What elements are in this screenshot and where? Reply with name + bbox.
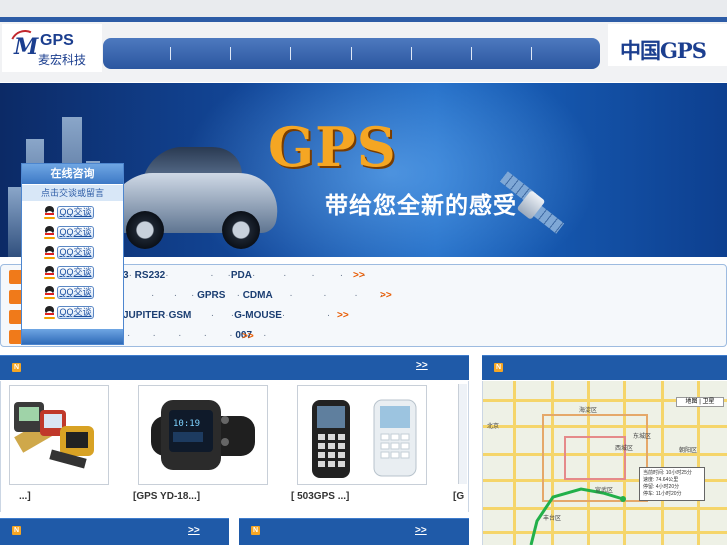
- page: M GPS 麦宏科技 中国GPS GPS 带给您全新的感受 3· RS232· …: [0, 0, 727, 545]
- qq-penguin-icon: [44, 246, 55, 259]
- map-label: 宣武区: [595, 488, 614, 494]
- qq-penguin-icon: [44, 286, 55, 299]
- online-consult-title: 在线咨询: [22, 164, 123, 184]
- map-label: 东城区: [633, 434, 652, 440]
- more-link[interactable]: >>: [353, 270, 365, 281]
- map-section-header: N: [482, 355, 727, 380]
- bottom-mid-more-link[interactable]: >>: [415, 525, 427, 536]
- nav-separator: [230, 47, 231, 60]
- section-bullet-icon: N: [12, 526, 21, 535]
- logo[interactable]: M GPS 麦宏科技: [2, 24, 102, 72]
- nav-separator: [531, 47, 532, 60]
- carousel-scroll-edge[interactable]: [458, 384, 467, 484]
- qq-chat-button[interactable]: QQ交谈: [57, 226, 94, 239]
- qq-chat-button[interactable]: QQ交谈: [57, 266, 94, 279]
- product-image-gps-phones[interactable]: [297, 385, 427, 485]
- nav-separator: [471, 47, 472, 60]
- nav-separator: [351, 47, 352, 60]
- section-bullet-icon: N: [12, 363, 21, 372]
- product-image-watch-trackers[interactable]: [9, 385, 109, 485]
- online-consult-footer: [22, 329, 123, 344]
- map-label: 西城区: [615, 446, 634, 452]
- online-consult-subtitle: 点击交谈或留言: [22, 185, 123, 201]
- nav-separator: [290, 47, 291, 60]
- svg-text:10:19: 10:19: [173, 419, 200, 429]
- map-label: 海淀区: [579, 408, 598, 414]
- qq-penguin-icon: [44, 206, 55, 219]
- brand-right: 中国GPS: [608, 24, 727, 66]
- section-bullet-icon: N: [251, 526, 260, 535]
- info-item[interactable]: · · · GPRS · CDMA · · · ·: [151, 290, 383, 301]
- car-image: [103, 133, 287, 253]
- banner-title: GPS: [268, 115, 397, 179]
- online-consult-panel: 在线咨询 点击交谈或留言 QQ交谈 QQ交谈 QQ交谈 QQ交谈 QQ交谈 QQ…: [21, 163, 124, 345]
- product-caption[interactable]: [G: [453, 491, 464, 502]
- qq-chat-button[interactable]: QQ交谈: [57, 246, 94, 259]
- product-caption[interactable]: ...]: [19, 491, 31, 502]
- map-type-control[interactable]: 地图 | 卫星: [676, 397, 724, 407]
- bottom-left-section-header: N >>: [0, 518, 229, 545]
- main-nav: [103, 38, 600, 69]
- bottom-left-more-link[interactable]: >>: [188, 525, 200, 536]
- product-image-gps-watch[interactable]: 10:19: [138, 385, 268, 485]
- product-caption[interactable]: [ 503GPS ...]: [291, 491, 349, 502]
- qq-penguin-icon: [44, 266, 55, 279]
- products-section-header: N >>: [0, 355, 469, 380]
- logo-gps-text: GPS: [40, 32, 74, 49]
- qq-chat-button[interactable]: QQ交谈: [57, 306, 94, 319]
- top-strip: [0, 0, 727, 17]
- info-item[interactable]: 3· RS232· · ·PDA· · · · ·: [123, 270, 366, 281]
- nav-separator: [170, 47, 171, 60]
- map-label: 丰台区: [543, 516, 562, 522]
- map-label: 朝阳区: [679, 448, 698, 454]
- map-info-window: 当前时间: 10小时25分 速度: 74.64公里 停留: 4小时20分 停车:…: [639, 467, 705, 501]
- product-caption[interactable]: [GPS YD-18...]: [133, 491, 200, 502]
- bottom-mid-section-header: N >>: [239, 518, 469, 545]
- map-label: 北京: [487, 424, 500, 430]
- qq-penguin-icon: [44, 226, 55, 239]
- qq-chat-button[interactable]: QQ交谈: [57, 206, 94, 219]
- tracking-map[interactable]: 海淀区 西城区 东城区 朝阳区 丰台区 宣武区 北京 地图 | 卫星 当前时间:…: [482, 381, 727, 545]
- logo-company-text: 麦宏科技: [38, 53, 87, 67]
- brand-right-text: 中国GPS: [620, 38, 707, 63]
- nav-separator: [411, 47, 412, 60]
- more-link[interactable]: >>: [337, 310, 349, 321]
- banner-slogan: 带给您全新的感受: [325, 192, 517, 218]
- more-link[interactable]: >>: [380, 290, 392, 301]
- products-more-link[interactable]: >>: [416, 360, 428, 371]
- qq-chat-button[interactable]: QQ交谈: [57, 286, 94, 299]
- info-item[interactable]: JUPITER·GSM · ·G-MOUSE· ·: [123, 310, 330, 321]
- logo-mark-icon: M: [14, 34, 38, 60]
- qq-penguin-icon: [44, 306, 55, 319]
- more-link[interactable]: >>: [242, 331, 254, 342]
- product-showcase: 10:19 ...] [GPS YD-18...] [503GPS ...] …: [0, 381, 469, 512]
- section-bullet-icon: N: [494, 363, 503, 372]
